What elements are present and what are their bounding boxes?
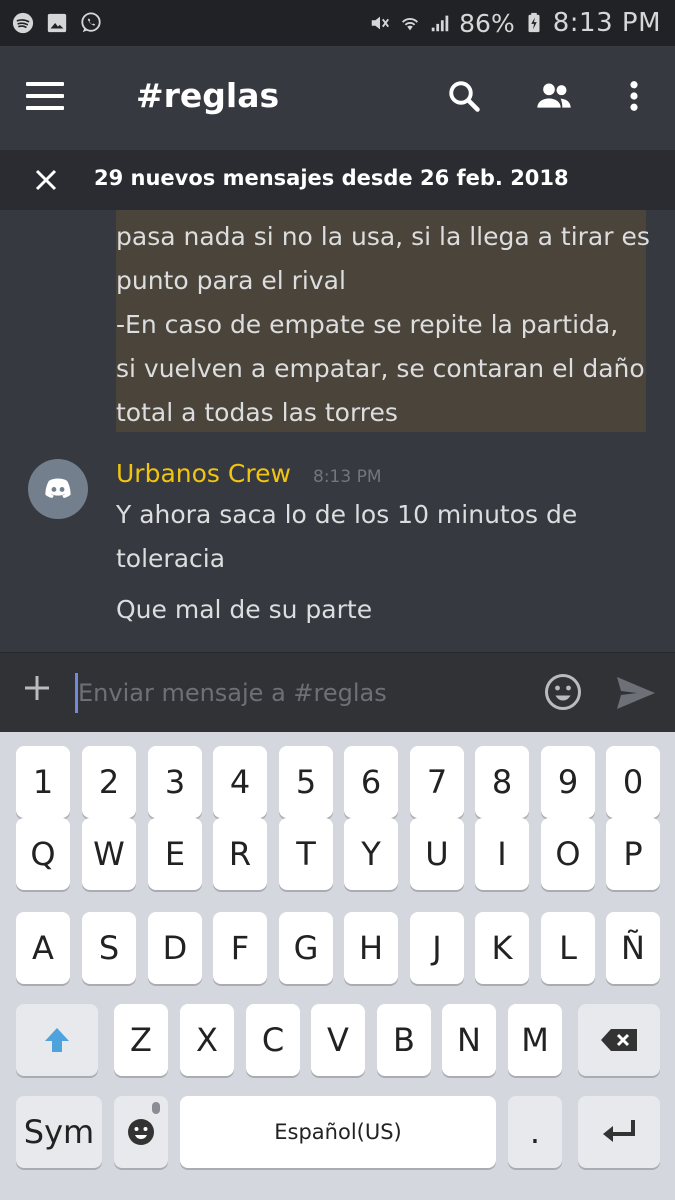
channel-title: #reglas xyxy=(136,76,280,115)
key-n[interactable]: N xyxy=(442,1004,496,1076)
key-r[interactable]: R xyxy=(213,818,267,890)
avatar[interactable] xyxy=(28,459,88,519)
key-2[interactable]: 2 xyxy=(82,746,136,818)
send-icon[interactable] xyxy=(614,673,658,713)
emoji-icon[interactable] xyxy=(543,672,583,712)
whatsapp-icon xyxy=(80,12,102,34)
hamburger-icon[interactable] xyxy=(26,82,64,112)
shift-arrow-icon xyxy=(45,1028,69,1052)
key-u[interactable]: U xyxy=(410,818,464,890)
mute-icon xyxy=(369,12,391,34)
key-z[interactable]: Z xyxy=(114,1004,168,1076)
key-y[interactable]: Y xyxy=(344,818,398,890)
emoji-key[interactable] xyxy=(114,1096,168,1168)
message-line: -En caso de empate se repite la partida, xyxy=(116,310,619,339)
shift-key[interactable] xyxy=(16,1004,98,1076)
members-icon[interactable] xyxy=(534,76,574,116)
key-v[interactable]: V xyxy=(311,1004,365,1076)
message-author[interactable]: Urbanos Crew xyxy=(116,459,291,488)
space-key[interactable]: Español(US) xyxy=(180,1096,496,1168)
key-9[interactable]: 9 xyxy=(541,746,595,818)
key-c[interactable]: C xyxy=(246,1004,300,1076)
key-1[interactable]: 1 xyxy=(16,746,70,818)
enter-icon xyxy=(603,1120,635,1142)
battery-percent: 86% xyxy=(459,8,515,38)
period-key[interactable]: . xyxy=(508,1096,562,1168)
message-timestamp: 8:13 PM xyxy=(313,467,382,487)
add-attachment-icon[interactable] xyxy=(22,673,52,703)
key-6[interactable]: 6 xyxy=(344,746,398,818)
key-t[interactable]: T xyxy=(279,818,333,890)
new-messages-text: 29 nuevos mensajes desde 26 feb. 2018 xyxy=(94,166,569,190)
key-8[interactable]: 8 xyxy=(475,746,529,818)
key-h[interactable]: H xyxy=(344,912,398,984)
key-q[interactable]: Q xyxy=(16,818,70,890)
search-icon[interactable] xyxy=(444,76,484,116)
key-w[interactable]: W xyxy=(82,818,136,890)
app-toolbar: #reglas xyxy=(0,46,675,150)
key-f[interactable]: F xyxy=(213,912,267,984)
soft-keyboard: 1 2 3 4 5 6 7 8 9 0 Q W E R T Y U I O P … xyxy=(0,732,675,1200)
wifi-icon xyxy=(399,12,421,34)
sym-key[interactable]: Sym xyxy=(16,1096,102,1168)
message-line: si vuelven a empatar, se contaran el dañ… xyxy=(116,354,645,383)
message-input[interactable] xyxy=(78,671,518,715)
key-0[interactable]: 0 xyxy=(606,746,660,818)
key-g[interactable]: G xyxy=(279,912,333,984)
key-4[interactable]: 4 xyxy=(213,746,267,818)
new-messages-bar[interactable]: 29 nuevos mensajes desde 26 feb. 2018 xyxy=(0,150,675,210)
key-3[interactable]: 3 xyxy=(148,746,202,818)
key-m[interactable]: M xyxy=(508,1004,562,1076)
status-clock: 8:13 PM xyxy=(552,8,661,38)
status-bar: 86% 8:13 PM xyxy=(0,0,675,46)
key-d[interactable]: D xyxy=(148,912,202,984)
spotify-icon xyxy=(12,12,34,34)
key-e[interactable]: E xyxy=(148,818,202,890)
key-7[interactable]: 7 xyxy=(410,746,464,818)
message-list[interactable]: pasa nada si no la usa, si la llega a ti… xyxy=(0,210,675,652)
discord-logo-icon xyxy=(45,478,71,498)
key-a[interactable]: A xyxy=(16,912,70,984)
key-l[interactable]: L xyxy=(541,912,595,984)
status-right: 86% 8:13 PM xyxy=(369,8,661,38)
key-k[interactable]: K xyxy=(475,912,529,984)
space-key-label: Español(US) xyxy=(274,1120,402,1144)
key-p[interactable]: P xyxy=(606,818,660,890)
message-line: Que mal de su parte xyxy=(116,595,373,624)
message-input-bar xyxy=(0,652,675,732)
key-i[interactable]: I xyxy=(475,818,529,890)
key-s[interactable]: S xyxy=(82,912,136,984)
mic-icon xyxy=(152,1102,160,1114)
message-line: total a todas las torres xyxy=(116,398,398,427)
backspace-key[interactable] xyxy=(578,1004,660,1076)
message-line: punto para el rival xyxy=(116,266,346,295)
gallery-icon xyxy=(46,12,68,34)
keyboard-emoji-icon xyxy=(128,1119,154,1145)
key-x[interactable]: X xyxy=(180,1004,234,1076)
key-o[interactable]: O xyxy=(541,818,595,890)
key-enye[interactable]: Ñ xyxy=(606,912,660,984)
message-line: pasa nada si no la usa, si la llega a ti… xyxy=(116,222,650,251)
enter-key[interactable] xyxy=(578,1096,660,1168)
more-vert-icon[interactable] xyxy=(614,76,654,116)
key-j[interactable]: J xyxy=(410,912,464,984)
message-line: toleracia xyxy=(116,544,226,573)
close-icon[interactable] xyxy=(32,166,60,194)
key-5[interactable]: 5 xyxy=(279,746,333,818)
key-b[interactable]: B xyxy=(377,1004,431,1076)
status-left-icons xyxy=(12,12,102,34)
backspace-icon xyxy=(601,1029,637,1051)
message-line: Y ahora saca lo de los 10 minutos de xyxy=(116,500,578,529)
battery-icon xyxy=(523,12,545,34)
signal-icon xyxy=(429,12,451,34)
